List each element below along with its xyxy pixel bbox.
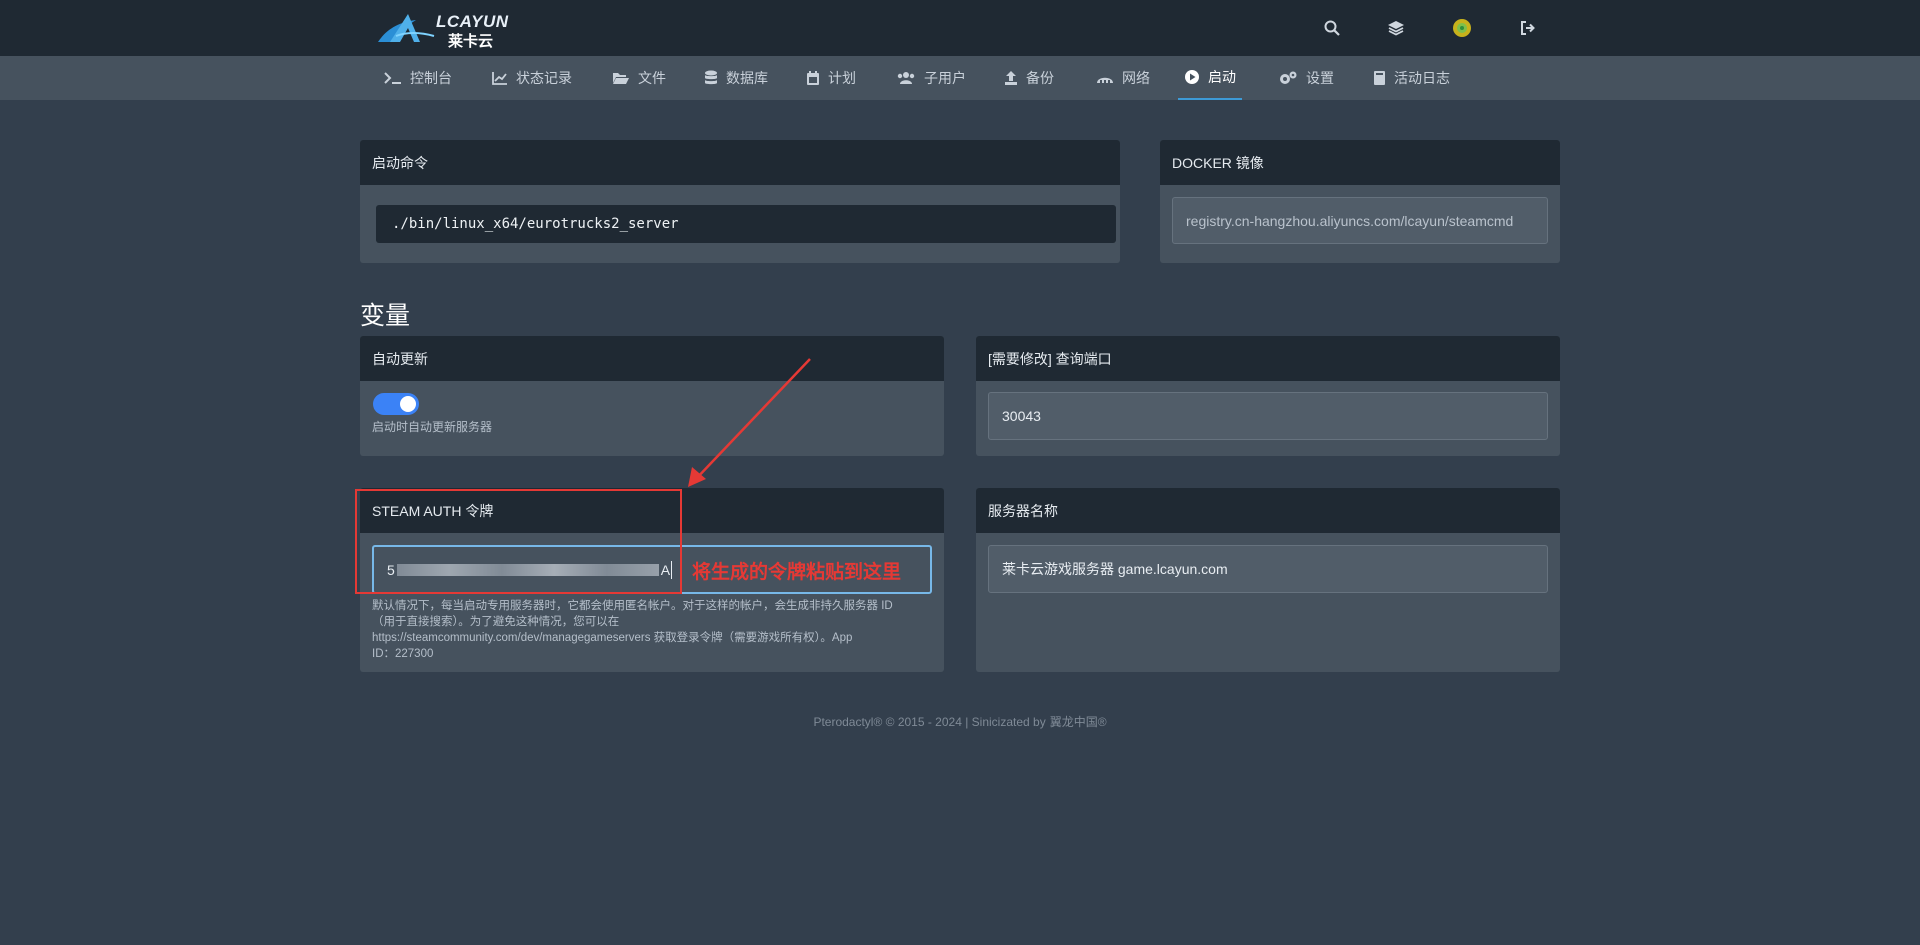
steam-auth-help: 默认情况下，每当启动专用服务器时，它都会使用匿名帐户。对于这样的帐户，会生成非持… [372, 598, 937, 662]
tab-databases[interactable]: 数据库 [698, 56, 774, 100]
auto-update-help: 启动时自动更新服务器 [372, 420, 493, 434]
tab-label: 活动日志 [1394, 70, 1450, 86]
query-port-input[interactable]: 30043 [988, 392, 1548, 440]
tab-settings[interactable]: 设置 [1272, 56, 1340, 100]
tab-network[interactable]: 网络 [1090, 56, 1156, 100]
help-line: https://steamcommunity.com/dev/managegam… [372, 632, 853, 644]
play-circle-icon [1185, 70, 1199, 84]
footer-copyright: Pterodactyl® © 2015 - 2024 | Sinicizated… [813, 715, 1046, 729]
annotation-text: 将生成的令牌粘贴到这里 [692, 562, 902, 583]
tab-label: 计划 [828, 70, 856, 86]
variables-title: 变量 [360, 302, 411, 330]
server-name-card: 服务器名称 莱卡云游戏服务器 game.lcayun.com [976, 488, 1560, 672]
tab-activity[interactable]: 活动日志 [1366, 56, 1456, 100]
tab-label: 启动 [1208, 69, 1236, 85]
tab-startup[interactable]: 启动 [1178, 56, 1242, 100]
database-icon [705, 70, 717, 85]
annotation-highlight-box [355, 489, 682, 594]
users-icon [897, 72, 915, 84]
user-avatar[interactable] [1450, 16, 1474, 40]
tab-console[interactable]: 控制台 [378, 56, 458, 100]
chart-line-icon [492, 72, 507, 85]
terminal-icon [384, 72, 401, 84]
tab-label: 子用户 [924, 70, 966, 86]
tab-files[interactable]: 文件 [606, 56, 672, 100]
tab-label: 控制台 [410, 70, 452, 86]
tab-label: 设置 [1306, 70, 1334, 86]
startup-command-title: 启动命令 [360, 140, 1120, 185]
tab-label: 备份 [1026, 70, 1054, 86]
startup-command-card: 启动命令 ./bin/linux_x64/eurotrucks2_server [360, 140, 1120, 263]
tab-subusers[interactable]: 子用户 [890, 56, 972, 100]
tab-schedules[interactable]: 计划 [800, 56, 862, 100]
tab-backups[interactable]: 备份 [998, 56, 1060, 100]
calendar-icon [807, 71, 819, 85]
brand-name-cn: 莱卡云 [448, 33, 494, 50]
server-name-input[interactable]: 莱卡云游戏服务器 game.lcayun.com [988, 545, 1548, 593]
help-line: ID：227300 [372, 648, 434, 660]
brand-logo[interactable]: LCAYUN 莱卡云 [376, 8, 509, 50]
footer: Pterodactyl® © 2015 - 2024 | Sinicizated… [0, 713, 1920, 730]
brand-name-en: LCAYUN [436, 12, 509, 31]
upload-icon [1005, 71, 1017, 85]
tab-stats[interactable]: 状态记录 [486, 56, 578, 100]
search-icon[interactable] [1320, 16, 1344, 40]
auto-update-title: 自动更新 [360, 336, 944, 381]
docker-image-title: DOCKER 镜像 [1160, 140, 1560, 185]
auto-update-toggle[interactable] [373, 393, 419, 415]
top-bar: LCAYUN 莱卡云 [0, 0, 1920, 56]
query-port-title: [需要修改] 查询端口 [976, 336, 1560, 381]
docker-image-field[interactable]: registry.cn-hangzhou.aliyuncs.com/lcayun… [1172, 197, 1548, 244]
help-line: 默认情况下，每当启动专用服务器时，它都会使用匿名帐户。对于这样的帐户，会生成非持… [372, 600, 893, 612]
cogs-icon [1280, 71, 1297, 84]
tab-label: 网络 [1122, 70, 1150, 86]
network-icon [1097, 77, 1113, 83]
annotation-arrow-icon [688, 358, 811, 487]
folder-open-icon [613, 73, 629, 84]
tab-label: 文件 [638, 70, 666, 86]
layers-icon[interactable] [1384, 16, 1408, 40]
book-icon [1374, 71, 1385, 85]
auto-update-card: 自动更新 启动时自动更新服务器 [360, 336, 944, 456]
footer-translator[interactable]: 翼龙中国® [1050, 715, 1107, 729]
help-line: （用于直接搜索）。为了避免这种情况，您可以在 [372, 616, 620, 628]
server-name-title: 服务器名称 [976, 488, 1560, 533]
logout-icon[interactable] [1516, 16, 1540, 40]
tab-label: 状态记录 [516, 70, 572, 86]
server-nav: 控制台 状态记录 文件 数据库 计划 子用户 备份 网络 启动 设置 活动日志 [0, 56, 1920, 100]
tab-label: 数据库 [726, 70, 768, 86]
startup-command-value: ./bin/linux_x64/eurotrucks2_server [376, 205, 1116, 243]
docker-image-card: DOCKER 镜像 registry.cn-hangzhou.aliyuncs.… [1160, 140, 1560, 263]
query-port-card: [需要修改] 查询端口 30043 [976, 336, 1560, 456]
toggle-knob [400, 396, 416, 412]
